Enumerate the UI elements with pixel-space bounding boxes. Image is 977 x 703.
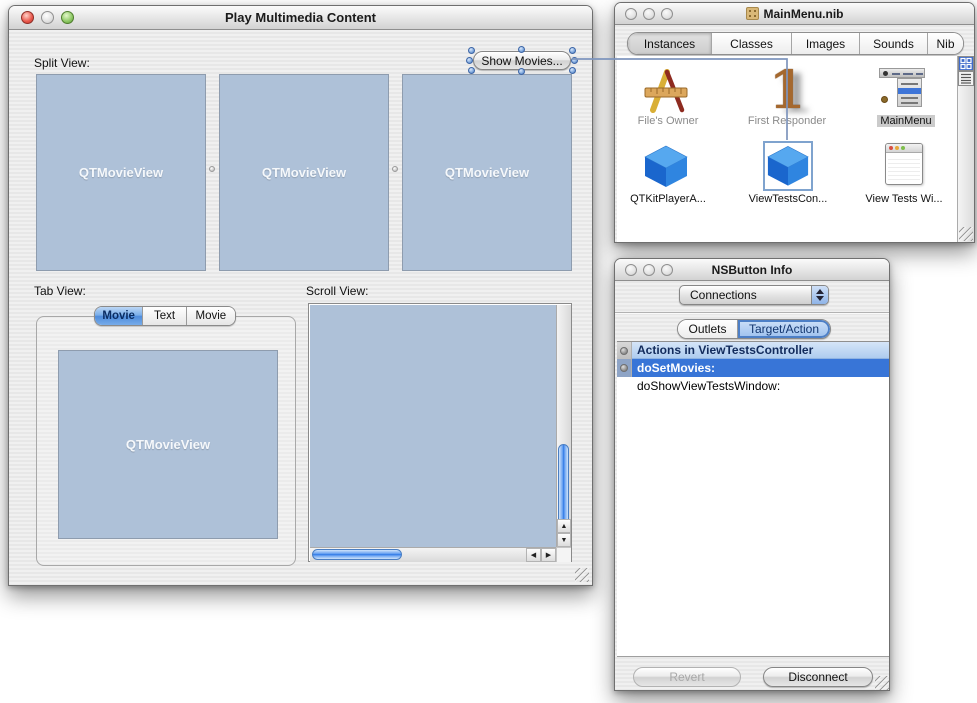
- info-window-title: NSButton Info: [615, 259, 889, 280]
- list-row-text: doShowViewTestsWindow:: [617, 379, 889, 393]
- scroll-left-arrow-icon[interactable]: ◀: [526, 548, 541, 562]
- mainmenu-nib-window: MainMenu.nib Instances Classes Images So…: [614, 2, 975, 243]
- tab-outlets[interactable]: Outlets: [678, 320, 738, 338]
- divider: [615, 312, 889, 314]
- resize-grip-icon[interactable]: [575, 568, 589, 582]
- list-row-text: doSetMovies:: [632, 359, 889, 377]
- row-gutter: [617, 359, 632, 377]
- list-view-button[interactable]: [958, 71, 974, 86]
- list-header-text: Actions in ViewTestsController: [632, 342, 889, 359]
- vertical-scrollbar[interactable]: ▲ ▼: [556, 305, 571, 547]
- number-one-icon[interactable]: 1: [769, 60, 819, 114]
- tab-nib[interactable]: Nib: [928, 33, 963, 54]
- menubar-icon[interactable]: [879, 68, 931, 112]
- tab-strip: Movie Text Movie: [94, 306, 236, 326]
- split-pane-2[interactable]: QTMovieView: [219, 74, 389, 271]
- nib-tab-strip: Instances Classes Images Sounds Nib: [627, 32, 964, 55]
- revert-button[interactable]: Revert: [633, 667, 741, 687]
- scroll-view: ▲ ▼ ◀ ▶: [308, 303, 572, 562]
- connection-dot-icon: [620, 364, 628, 372]
- nib-window-title-text: MainMenu.nib: [764, 7, 844, 21]
- desktop: Play Multimedia Content Split View: QTMo…: [0, 0, 977, 703]
- tab-sounds[interactable]: Sounds: [860, 33, 928, 54]
- blue-cube-icon[interactable]: [643, 144, 689, 188]
- vertical-scroll-thumb[interactable]: [558, 444, 569, 528]
- tab-instances[interactable]: Instances: [628, 33, 712, 54]
- popup-selected-value: Connections: [680, 288, 811, 302]
- tab-content-movie-view[interactable]: QTMovieView: [58, 350, 278, 539]
- tab-movie-2[interactable]: Movie: [187, 307, 235, 325]
- resize-grip-icon[interactable]: [875, 676, 889, 690]
- selection-handle[interactable]: [468, 47, 475, 54]
- tab-images[interactable]: Images: [792, 33, 860, 54]
- ruler-pencil-icon[interactable]: [642, 67, 690, 113]
- popup-arrows-icon: [811, 286, 828, 304]
- split-divider-dimple-icon[interactable]: [392, 166, 398, 172]
- horizontal-scroll-thumb[interactable]: [312, 549, 402, 560]
- nib-window-title: MainMenu.nib: [615, 3, 974, 24]
- instances-pane: File's Owner 1 First Responder: [617, 56, 974, 242]
- split-pane-3[interactable]: QTMovieView: [402, 74, 572, 271]
- scroll-up-arrow-icon[interactable]: ▲: [557, 519, 571, 533]
- list-row-selected[interactable]: doSetMovies:: [617, 359, 889, 377]
- tab-text[interactable]: Text: [143, 307, 186, 325]
- selection-handle[interactable]: [518, 46, 525, 53]
- tab-target-action[interactable]: Target/Action: [738, 320, 830, 338]
- item-label-mainmenu[interactable]: MainMenu: [858, 115, 954, 127]
- icon-view-button[interactable]: [958, 56, 974, 71]
- nib-document-icon: [746, 7, 759, 20]
- info-window-titlebar[interactable]: NSButton Info: [615, 259, 889, 281]
- resize-grip-icon[interactable]: [959, 227, 973, 241]
- connection-dot-icon: [620, 347, 628, 355]
- play-window: Play Multimedia Content Split View: QTMo…: [8, 5, 593, 586]
- scroll-view-label: Scroll View:: [306, 284, 368, 298]
- selection-handle[interactable]: [518, 68, 525, 75]
- split-pane-1[interactable]: QTMovieView: [36, 74, 206, 271]
- list-row-header[interactable]: Actions in ViewTestsController: [617, 342, 889, 359]
- item-label-viewtestswindow[interactable]: View Tests Wi...: [856, 193, 952, 205]
- row-gutter: [617, 342, 632, 359]
- scroll-view-content[interactable]: [310, 305, 556, 547]
- nib-scrollbar[interactable]: [957, 56, 974, 242]
- item-label-first-responder[interactable]: First Responder: [739, 115, 835, 127]
- selection-handle[interactable]: [569, 67, 576, 74]
- scroll-right-arrow-icon[interactable]: ▶: [541, 548, 556, 562]
- play-window-titlebar[interactable]: Play Multimedia Content: [9, 6, 592, 30]
- split-divider-dimple-icon[interactable]: [209, 166, 215, 172]
- item-label-files-owner[interactable]: File's Owner: [620, 115, 716, 127]
- selection-handle[interactable]: [569, 47, 576, 54]
- window-title: Play Multimedia Content: [9, 6, 592, 29]
- tab-movie-1[interactable]: Movie: [95, 307, 143, 325]
- tab-classes[interactable]: Classes: [712, 33, 792, 54]
- list-row[interactable]: doShowViewTestsWindow:: [617, 377, 889, 395]
- nsbutton-info-window: NSButton Info Connections Outlets Target…: [614, 258, 890, 691]
- mini-window-icon[interactable]: [885, 143, 923, 185]
- scroll-down-arrow-icon[interactable]: ▼: [557, 533, 571, 547]
- nib-window-titlebar[interactable]: MainMenu.nib: [615, 3, 974, 25]
- tab-view-label: Tab View:: [34, 284, 86, 298]
- selection-handle[interactable]: [468, 67, 475, 74]
- item-label-viewtestscontroller[interactable]: ViewTestsCon...: [740, 193, 836, 205]
- split-view-label: Split View:: [34, 56, 90, 70]
- scrollbar-corner: [556, 547, 571, 562]
- selection-handle[interactable]: [466, 57, 473, 64]
- selection-handle[interactable]: [571, 57, 578, 64]
- disconnect-button[interactable]: Disconnect: [763, 667, 873, 687]
- horizontal-scrollbar[interactable]: ◀ ▶: [310, 547, 556, 562]
- item-label-qtkitplayer[interactable]: QTKitPlayerA...: [620, 193, 716, 205]
- blue-cube-icon[interactable]: [766, 144, 810, 187]
- connections-popup[interactable]: Connections: [679, 285, 829, 305]
- outlets-target-tabs: Outlets Target/Action: [677, 319, 831, 339]
- actions-list: Actions in ViewTestsController doSetMovi…: [617, 341, 889, 657]
